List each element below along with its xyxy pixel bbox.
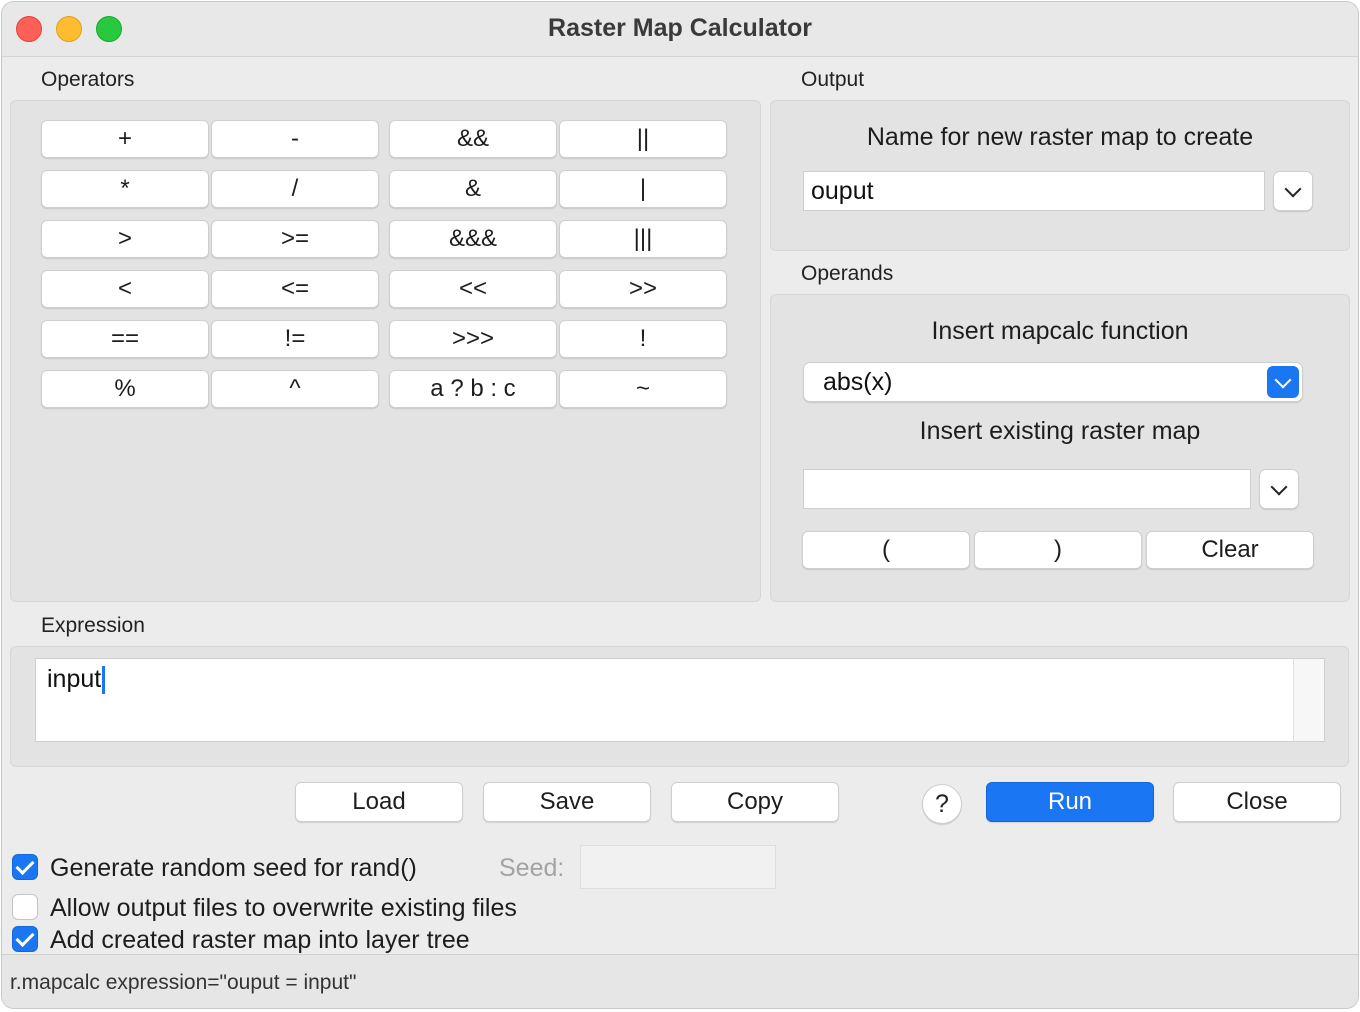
output-name-label: Name for new raster map to create (866, 123, 1254, 151)
expression-text: input (47, 665, 102, 693)
operator-button[interactable]: * (41, 170, 209, 208)
operator-button[interactable]: || (559, 120, 727, 158)
select-arrow-icon (1267, 366, 1299, 398)
checkmark-icon (15, 927, 35, 947)
help-icon: ? (935, 789, 949, 818)
overwrite-label: Allow output files to overwrite existing… (50, 894, 517, 922)
existing-raster-label: Insert existing raster map (919, 417, 1201, 445)
help-button[interactable]: ? (922, 784, 962, 824)
add-layer-label: Add created raster map into layer tree (50, 926, 470, 954)
copy-button[interactable]: Copy (671, 782, 839, 822)
operators-panel: + - && || * / & | > >= &&& ||| < <= << >> == != >>>!% ^ a ? … (10, 100, 761, 602)
operator-button[interactable]: > (41, 220, 209, 258)
expression-textarea[interactable]: input (35, 658, 1325, 742)
seed-label: Seed: (499, 854, 565, 882)
operator-button[interactable]: a ? b : c (389, 370, 557, 408)
expression-scrollbar[interactable] (1293, 659, 1324, 741)
expression-label: Expression (41, 614, 145, 637)
existing-raster-input[interactable] (803, 469, 1251, 509)
operator-button[interactable]: & (389, 170, 557, 208)
operator-button[interactable]: == (41, 320, 209, 358)
open-paren-button[interactable]: ( (802, 531, 970, 569)
mapcalc-function-select[interactable]: abs(x) (803, 362, 1303, 402)
random-seed-checkbox[interactable] (12, 854, 38, 880)
operator-button[interactable]: % (41, 370, 209, 408)
operator-button[interactable]: / (211, 170, 379, 208)
run-button[interactable]: Run (986, 782, 1154, 822)
existing-raster-dropdown-button[interactable] (1259, 469, 1299, 509)
clear-button[interactable]: Clear (1146, 531, 1314, 569)
operator-button[interactable]: + (41, 120, 209, 158)
chevron-down-icon (1284, 180, 1302, 197)
operator-button[interactable]: <= (211, 270, 379, 308)
overwrite-checkbox[interactable] (12, 894, 38, 920)
operator-button[interactable]: &&& (389, 220, 557, 258)
operators-label: Operators (41, 68, 135, 91)
chevron-down-icon (1270, 478, 1288, 495)
status-bar: r.mapcalc expression="ouput = input" (2, 954, 1358, 1008)
load-button[interactable]: Load (295, 782, 463, 822)
operator-button[interactable]: != (211, 320, 379, 358)
operator-button[interactable]: >>> (389, 320, 557, 358)
title-bar: Raster Map Calculator (2, 2, 1358, 57)
operator-button[interactable]: << (389, 270, 557, 308)
operator-button[interactable]: - (211, 120, 379, 158)
output-name-dropdown-button[interactable] (1273, 171, 1313, 211)
close-button[interactable]: Close (1173, 782, 1341, 822)
operator-button[interactable]: ~ (559, 370, 727, 408)
window-title: Raster Map Calculator (548, 14, 812, 42)
random-seed-label: Generate random seed for rand() (50, 854, 417, 882)
mapcalc-function-label: Insert mapcalc function (931, 317, 1189, 345)
operands-panel: Insert mapcalc function abs(x) Insert ex… (770, 294, 1350, 602)
operator-button[interactable]: >= (211, 220, 379, 258)
add-layer-checkbox[interactable] (12, 926, 38, 952)
operator-button[interactable]: < (41, 270, 209, 308)
output-label: Output (801, 68, 865, 91)
seed-input[interactable] (580, 845, 776, 889)
operator-button[interactable]: && (389, 120, 557, 158)
output-panel: Name for new raster map to create ouput (770, 100, 1350, 251)
mapcalc-function-value: abs(x) (823, 367, 893, 396)
checkmark-icon (15, 855, 35, 875)
text-caret (102, 666, 106, 695)
command-preview: r.mapcalc expression="ouput = input" (10, 971, 357, 994)
close-paren-button[interactable]: ) (974, 531, 1142, 569)
operator-button[interactable]: ! (559, 320, 727, 358)
operands-label: Operands (801, 262, 894, 285)
output-name-input[interactable]: ouput (803, 171, 1265, 211)
save-button[interactable]: Save (483, 782, 651, 822)
operator-button[interactable]: >> (559, 270, 727, 308)
raster-map-calculator-window: Raster Map Calculator Operators + - && || * /… (2, 2, 1358, 1008)
operator-button[interactable]: ||| (559, 220, 727, 258)
operator-button[interactable]: | (559, 170, 727, 208)
operator-button[interactable]: ^ (211, 370, 379, 408)
